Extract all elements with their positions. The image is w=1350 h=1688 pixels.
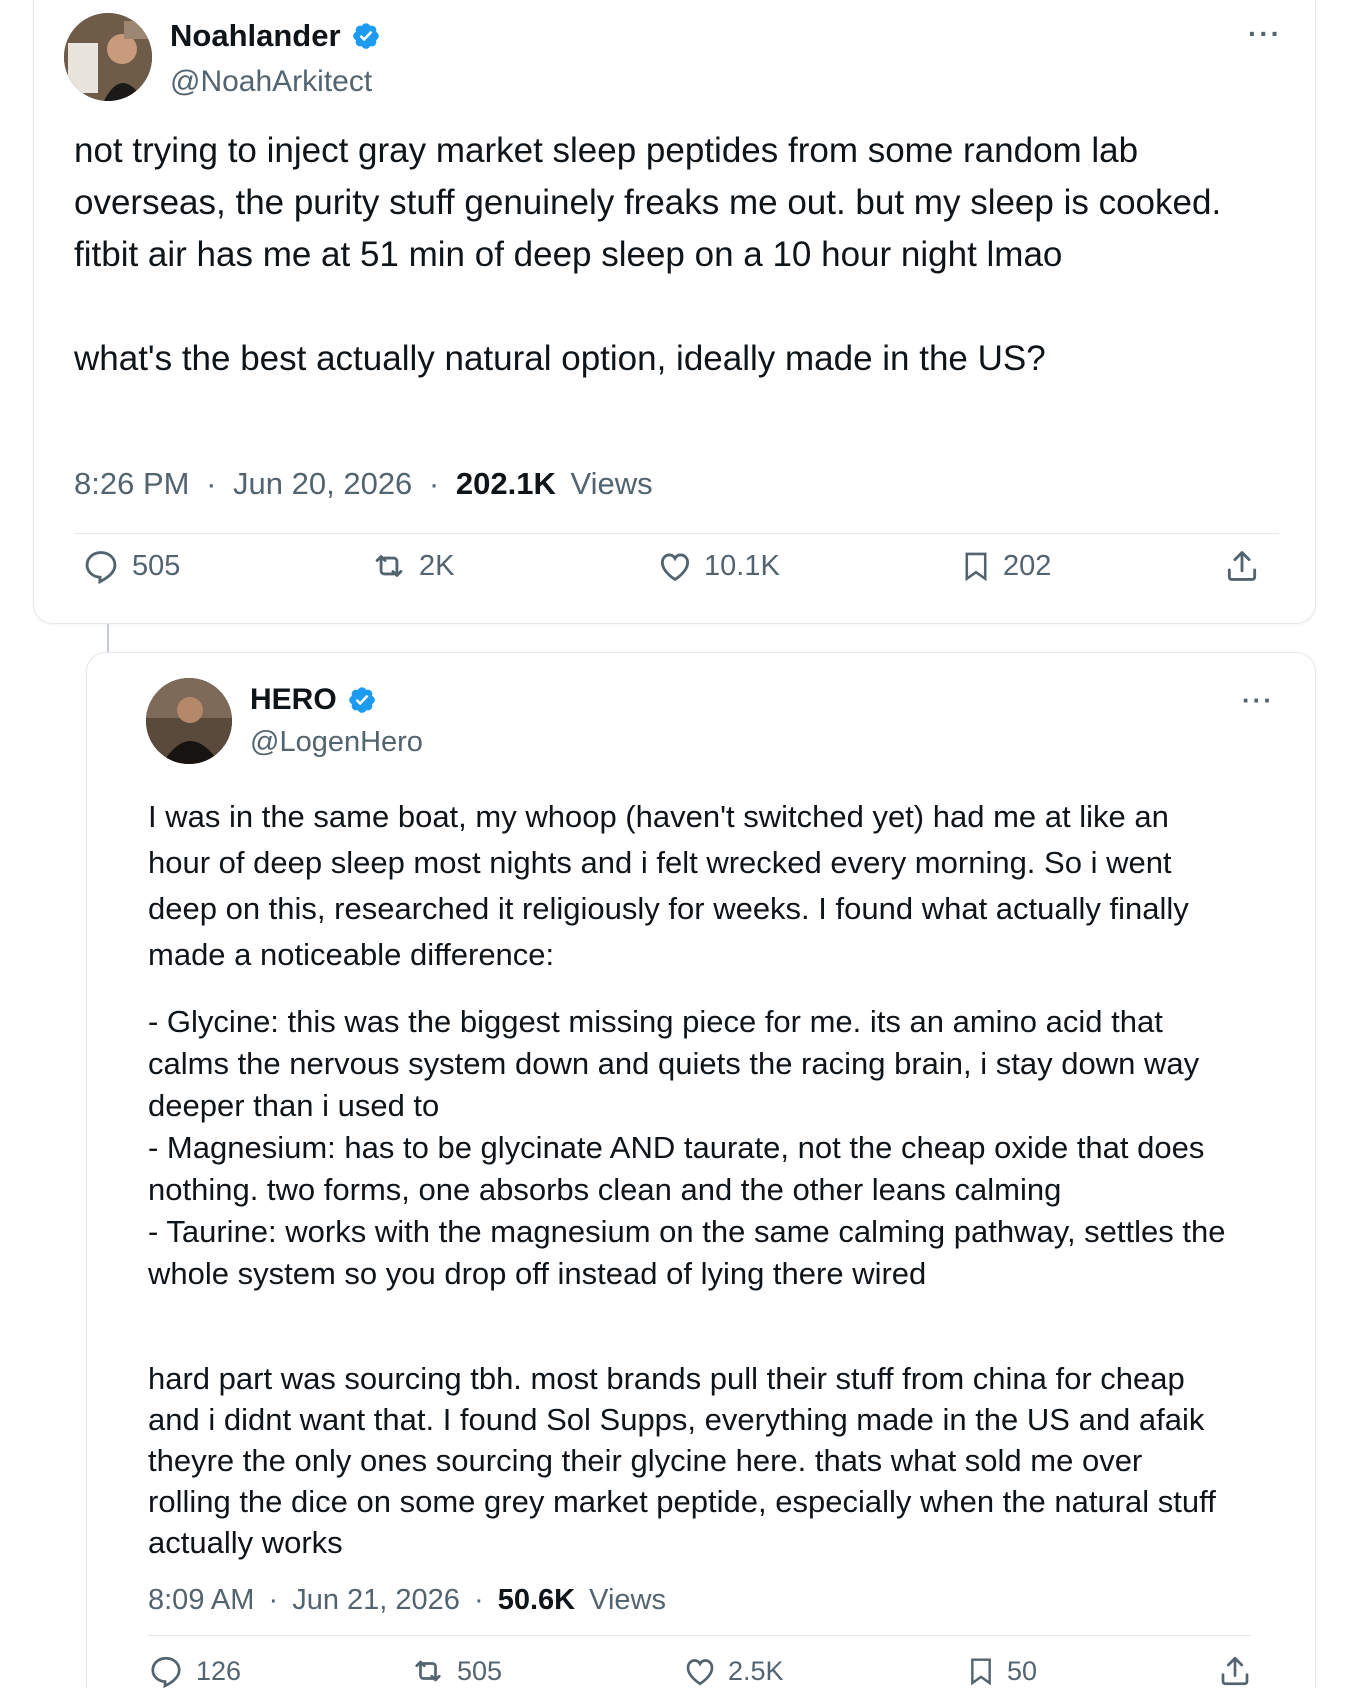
bookmark-count: 50 — [1007, 1655, 1038, 1686]
divider — [74, 533, 1279, 534]
heart-icon — [660, 553, 690, 582]
meta-separator: · — [268, 1584, 279, 1616]
meta-separator: · — [206, 466, 217, 501]
reply-text: hard part was sourcing tbh. most brands … — [148, 1358, 1233, 1563]
meta-separator: · — [473, 1584, 484, 1616]
share-button[interactable] — [1223, 547, 1261, 585]
repost-icon — [415, 1660, 441, 1682]
user-handle[interactable]: @LogenHero — [250, 725, 423, 759]
like-count: 2.5K — [728, 1655, 784, 1686]
list-item: - Magnesium: has to be glycinate AND tau… — [148, 1130, 1205, 1207]
user-handle[interactable]: @NoahArkitect — [170, 64, 372, 100]
bookmark-icon — [965, 552, 987, 582]
tweet-paragraph: not trying to inject gray market sleep p… — [74, 131, 1222, 274]
reply-text: I was in the same boat, my whoop (haven'… — [148, 794, 1233, 978]
views-label: Views — [570, 466, 653, 501]
avatar-photo — [64, 13, 152, 101]
main-tweet-card: Noahlander @NoahArkitect ··· not trying … — [33, 0, 1316, 624]
reply-count: 505 — [132, 549, 181, 582]
more-options-icon[interactable]: ··· — [1248, 18, 1282, 50]
tweet-paragraph: what's the best actually natural option,… — [74, 339, 1046, 378]
repost-count: 2K — [419, 549, 455, 582]
reply-button[interactable]: 126 — [148, 1653, 241, 1688]
supplement-list: - Glycine: this was the biggest missing … — [148, 1001, 1233, 1295]
more-options-icon[interactable]: ··· — [1242, 685, 1274, 716]
divider — [148, 1635, 1251, 1636]
list-item: - Glycine: this was the biggest missing … — [148, 1004, 1200, 1123]
bookmark-count: 202 — [1003, 549, 1052, 582]
reply-count: 126 — [196, 1655, 242, 1686]
share-icon — [1221, 1656, 1249, 1686]
reply-tweet-card: HERO @LogenHero ··· I was in the same bo… — [86, 652, 1316, 1688]
tweet-meta: 8:26 PM · Jun 20, 2026 · 202.1K Views — [74, 464, 653, 504]
views-count: 202.1K — [455, 466, 556, 501]
reply-button[interactable]: 505 — [82, 547, 180, 585]
tweet-time[interactable]: 8:09 AM — [148, 1584, 254, 1616]
tweet-date[interactable]: Jun 20, 2026 — [233, 466, 412, 501]
bookmark-icon — [971, 1658, 991, 1686]
display-name-text: Noahlander — [170, 18, 341, 53]
repost-button[interactable]: 2K — [369, 547, 454, 585]
repost-button[interactable]: 505 — [409, 1653, 502, 1688]
display-name-text: HERO — [250, 683, 337, 716]
like-button[interactable]: 2.5K — [682, 1653, 784, 1688]
reply-icon — [85, 551, 117, 584]
verified-badge-icon — [352, 23, 379, 49]
tweet-text: not trying to inject gray market sleep p… — [74, 125, 1284, 385]
meta-separator: · — [428, 466, 440, 501]
display-name[interactable]: Noahlander — [170, 18, 381, 54]
bookmark-button[interactable]: 202 — [959, 547, 1051, 585]
display-name[interactable]: HERO — [250, 682, 377, 718]
like-button[interactable]: 10.1K — [656, 547, 780, 585]
tweet-date[interactable]: Jun 21, 2026 — [292, 1584, 460, 1616]
list-item: - Taurine: works with the magnesium on t… — [148, 1214, 1226, 1291]
tweet-time[interactable]: 8:26 PM — [74, 466, 189, 501]
reply-icon — [151, 1656, 181, 1688]
tweet-meta: 8:09 AM · Jun 21, 2026 · 50.6K Views — [148, 1582, 666, 1618]
reply-paragraph: hard part was sourcing tbh. most brands … — [148, 1361, 1216, 1560]
repost-icon — [375, 555, 403, 577]
reply-paragraph: I was in the same boat, my whoop (haven'… — [148, 799, 1189, 972]
views-count: 50.6K — [497, 1584, 576, 1616]
avatar[interactable] — [146, 678, 232, 764]
avatar[interactable] — [64, 13, 152, 101]
verified-badge-icon — [348, 687, 375, 713]
views-label: Views — [589, 1584, 666, 1616]
repost-count: 505 — [457, 1655, 503, 1686]
share-button[interactable] — [1217, 1653, 1253, 1688]
share-icon — [1227, 551, 1257, 581]
bookmark-button[interactable]: 50 — [965, 1653, 1037, 1688]
avatar-photo — [146, 678, 232, 764]
like-count: 10.1K — [704, 549, 780, 582]
heart-icon — [686, 1659, 714, 1686]
